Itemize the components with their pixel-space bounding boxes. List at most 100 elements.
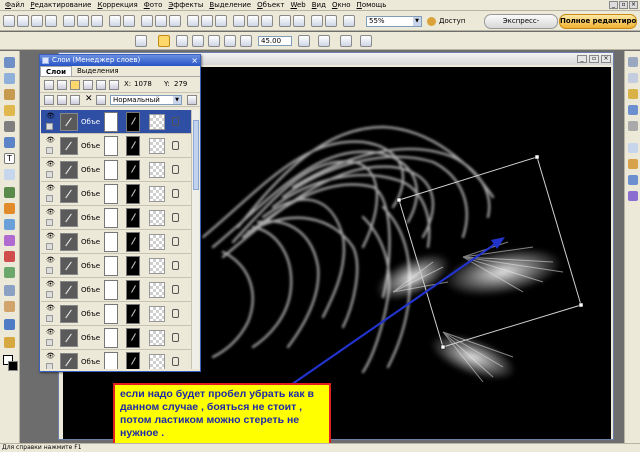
- access-button[interactable]: Доступ: [427, 15, 465, 28]
- layer-object-thumbnail[interactable]: [126, 352, 140, 369]
- print-icon[interactable]: [45, 15, 57, 27]
- panel-menu-icon[interactable]: [187, 95, 197, 105]
- strip-brush-icon[interactable]: [628, 121, 638, 131]
- cut-icon[interactable]: [63, 15, 75, 27]
- zoom-out-icon[interactable]: [293, 15, 305, 27]
- layer-link-icon[interactable]: [172, 357, 179, 366]
- link-icon[interactable]: [318, 35, 330, 47]
- layer-mask-thumbnail[interactable]: [104, 232, 118, 252]
- wand-tool-icon[interactable]: [4, 105, 15, 116]
- layer-row[interactable]: 👁 Объе: [41, 254, 191, 278]
- text-tool-icon[interactable]: T: [4, 153, 15, 164]
- layer-link-icon[interactable]: [172, 261, 179, 270]
- dropper-tool-icon[interactable]: [4, 267, 15, 278]
- delete-layer-icon[interactable]: ✕: [85, 94, 93, 104]
- hand-icon[interactable]: [311, 15, 323, 27]
- visibility-eye-icon[interactable]: 👁: [46, 233, 55, 240]
- tab-full-edit[interactable]: Полное редактиров...: [559, 14, 637, 29]
- retouch-tool-icon[interactable]: [4, 235, 15, 246]
- visibility-eye-icon[interactable]: 👁: [46, 257, 55, 264]
- lock-checkbox[interactable]: [46, 267, 53, 274]
- menu-object[interactable]: Объект: [254, 1, 287, 9]
- crop-icon[interactable]: [155, 15, 167, 27]
- lock-checkbox[interactable]: [46, 195, 53, 202]
- layer-mask-thumbnail[interactable]: [104, 112, 118, 132]
- visibility-eye-icon[interactable]: 👁: [46, 185, 55, 192]
- rotate-right-icon[interactable]: [240, 35, 252, 47]
- menu-web[interactable]: Web: [287, 1, 308, 9]
- image-icon[interactable]: [141, 15, 153, 27]
- layer-row[interactable]: 👁 Объе: [41, 134, 191, 158]
- shape-tool-icon[interactable]: [4, 137, 15, 148]
- menu-adjust[interactable]: Коррекция: [94, 1, 140, 9]
- layer-object-thumbnail[interactable]: [126, 136, 140, 156]
- layer-fx-icon[interactable]: [57, 95, 67, 105]
- layer-object-thumbnail[interactable]: [126, 328, 140, 348]
- menu-help[interactable]: Помощь: [354, 1, 390, 9]
- layer-row[interactable]: 👁 Объе: [41, 350, 191, 369]
- menu-file[interactable]: Файл: [2, 1, 27, 9]
- lasso-tool-icon[interactable]: [4, 89, 15, 100]
- apply-icon[interactable]: [360, 35, 372, 47]
- layer-transparency-thumbnail[interactable]: [149, 354, 165, 369]
- strip-color-icon[interactable]: [628, 143, 638, 153]
- angle-dropdown-icon[interactable]: [298, 35, 310, 47]
- scrollbar-thumb[interactable]: [193, 120, 199, 190]
- layer-link-icon[interactable]: [172, 213, 179, 222]
- layer-row[interactable]: 👁 Объе: [41, 326, 191, 350]
- align-icon[interactable]: [176, 35, 188, 47]
- lock-checkbox[interactable]: [46, 123, 53, 130]
- layer-mask-thumbnail[interactable]: [104, 328, 118, 348]
- layers-panel-titlebar[interactable]: Слои (Менеджер слоев) ×: [40, 55, 200, 66]
- transform-handles[interactable]: [396, 154, 584, 350]
- new-layer-icon[interactable]: [44, 80, 54, 90]
- transform-box[interactable]: [398, 156, 582, 348]
- layer-object-thumbnail[interactable]: [126, 184, 140, 204]
- layer-row[interactable]: 👁 Объе: [41, 182, 191, 206]
- layer-row[interactable]: 👁 Объе: [41, 110, 191, 134]
- pointer-tool-icon[interactable]: [4, 57, 15, 68]
- actual-size-icon[interactable]: [343, 15, 355, 27]
- lock-checkbox[interactable]: [46, 147, 53, 154]
- layer-link-icon[interactable]: [172, 333, 179, 342]
- layer-link-icon[interactable]: [172, 165, 179, 174]
- opacity-icon[interactable]: [96, 95, 106, 105]
- rotate-icon[interactable]: [169, 15, 181, 27]
- tab-express-correction[interactable]: Экспресс-коррекция: [484, 14, 558, 38]
- background-color-swatch[interactable]: [8, 361, 18, 371]
- active-tool-icon[interactable]: [158, 35, 170, 47]
- strip-history-icon[interactable]: [628, 73, 638, 83]
- strip-navigator-icon[interactable]: [628, 105, 638, 115]
- layer-mask-thumbnail[interactable]: [104, 136, 118, 156]
- layer-link-icon[interactable]: [172, 309, 179, 318]
- transform-icon[interactable]: [135, 35, 147, 47]
- layer-transparency-thumbnail[interactable]: [149, 186, 165, 202]
- distribute-icon[interactable]: [192, 35, 204, 47]
- layer-transparency-thumbnail[interactable]: [149, 162, 165, 178]
- menu-view[interactable]: Вид: [309, 1, 329, 9]
- clone-tool-icon[interactable]: [4, 219, 15, 230]
- transform-tool-icon[interactable]: [4, 73, 15, 84]
- menu-photo[interactable]: Фото: [141, 1, 166, 9]
- hand-tool-icon[interactable]: [4, 301, 15, 312]
- crop-tool-icon[interactable]: [4, 121, 15, 132]
- copy-icon[interactable]: [77, 15, 89, 27]
- zoom-select[interactable]: 55% ▼: [366, 16, 422, 27]
- brush-icon[interactable]: [201, 15, 213, 27]
- menu-edit[interactable]: Редактирование: [27, 1, 94, 9]
- strip-swatch-icon[interactable]: [628, 159, 638, 169]
- layer-row[interactable]: 👁 Объе: [41, 158, 191, 182]
- layer-object-thumbnail[interactable]: [126, 304, 140, 324]
- visibility-eye-icon[interactable]: 👁: [46, 113, 55, 120]
- layers-scrollbar[interactable]: [191, 110, 199, 369]
- ruler-icon[interactable]: [261, 15, 273, 27]
- paste-icon[interactable]: [91, 15, 103, 27]
- settings-icon[interactable]: [340, 35, 352, 47]
- menu-selection[interactable]: Выделение: [206, 1, 254, 9]
- layer-object-thumbnail[interactable]: [126, 232, 140, 252]
- eyedropper-tool-icon[interactable]: [4, 319, 15, 330]
- layer-link-icon[interactable]: [172, 189, 179, 198]
- layer-transparency-thumbnail[interactable]: [149, 306, 165, 322]
- layer-object-thumbnail[interactable]: [126, 160, 140, 180]
- layer-mask-thumbnail[interactable]: [104, 208, 118, 228]
